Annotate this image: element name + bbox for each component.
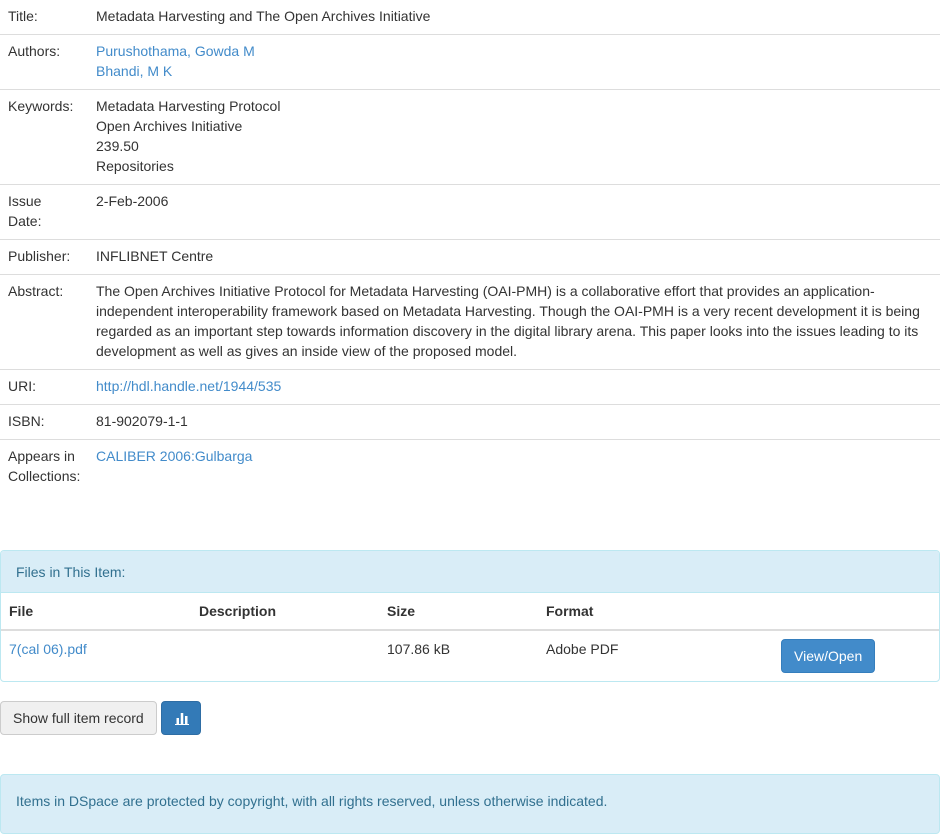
author-link[interactable]: Bhandi, M K xyxy=(96,61,932,81)
collections-label: Appears in Collections: xyxy=(0,439,88,494)
isbn-label: ISBN: xyxy=(0,404,88,440)
keywords-label: Keywords: xyxy=(0,89,88,185)
collections-label-line: Collections: xyxy=(8,468,81,484)
abstract-label: Abstract: xyxy=(0,274,88,370)
publisher-value: INFLIBNET Centre xyxy=(88,239,940,275)
files-panel-heading: Files in This Item: xyxy=(1,551,939,593)
keyword: Repositories xyxy=(96,158,174,174)
publisher-label: Publisher: xyxy=(0,239,88,275)
column-header-action xyxy=(773,593,939,631)
column-header-description: Description xyxy=(191,593,379,631)
action-cell: View/Open xyxy=(773,630,939,681)
keyword: 239.50 xyxy=(96,138,139,154)
files-panel: Files in This Item: File Description Siz… xyxy=(0,550,940,682)
view-open-button[interactable]: View/Open xyxy=(781,639,876,673)
statistics-button[interactable] xyxy=(160,701,201,735)
issue-date-value: 2-Feb-2006 xyxy=(88,184,940,240)
isbn-value: 81-902079-1-1 xyxy=(88,404,940,440)
file-cell: 7(cal 06).pdf xyxy=(1,630,191,681)
uri-link[interactable]: http://hdl.handle.net/1944/535 xyxy=(96,378,281,394)
uri-label: URI: xyxy=(0,369,88,405)
size-cell: 107.86 kB xyxy=(387,641,451,657)
title-value: Metadata Harvesting and The Open Archive… xyxy=(96,8,431,24)
uri-value: http://hdl.handle.net/1944/535 xyxy=(88,369,940,405)
issue-date-label-line: Issue xyxy=(8,193,42,209)
collection-link[interactable]: CALIBER 2006:Gulbarga xyxy=(96,448,252,464)
metadata-row-authors: Authors: Purushothama, Gowda M Bhandi, M… xyxy=(0,34,940,90)
metadata-row-issue-date: Issue Date: 2-Feb-2006 xyxy=(0,184,940,240)
files-table: File Description Size Format 7(cal 06).p… xyxy=(1,593,939,681)
collections-value: CALIBER 2006:Gulbarga xyxy=(88,439,940,494)
metadata-row-keywords: Keywords: Metadata Harvesting Protocol O… xyxy=(0,89,940,185)
column-header-size: Size xyxy=(379,593,538,631)
authors-label: Authors: xyxy=(0,34,88,90)
authors-value: Purushothama, Gowda M Bhandi, M K xyxy=(88,34,940,90)
metadata-row-collections: Appears in Collections: CALIBER 2006:Gul… xyxy=(0,439,940,494)
metadata-row-isbn: ISBN: 81-902079-1-1 xyxy=(0,404,940,440)
column-header-file: File xyxy=(1,593,191,631)
keyword: Metadata Harvesting Protocol xyxy=(96,98,281,114)
issue-date-label-line: Date: xyxy=(8,213,42,229)
keywords-value: Metadata Harvesting Protocol Open Archiv… xyxy=(88,89,940,185)
column-header-format: Format xyxy=(538,593,773,631)
keyword: Open Archives Initiative xyxy=(96,118,243,134)
show-full-record-button[interactable]: Show full item record xyxy=(0,701,157,735)
item-metadata-table: Title: Metadata Harvesting and The Open … xyxy=(0,0,940,494)
bar-chart-icon xyxy=(174,713,189,725)
copyright-notice-text: Items in DSpace are protected by copyrig… xyxy=(16,793,608,809)
issue-date-label: Issue Date: xyxy=(0,184,88,240)
collections-label-line: Appears in xyxy=(8,448,75,464)
file-link[interactable]: 7(cal 06).pdf xyxy=(9,641,87,657)
description-cell xyxy=(191,630,379,681)
abstract-value: The Open Archives Initiative Protocol fo… xyxy=(88,274,940,370)
metadata-row-publisher: Publisher: INFLIBNET Centre xyxy=(0,239,940,275)
metadata-row-uri: URI: http://hdl.handle.net/1944/535 xyxy=(0,369,940,405)
item-actions: Show full item record xyxy=(0,701,201,735)
metadata-row-title: Title: Metadata Harvesting and The Open … xyxy=(0,0,940,35)
title-label: Title: xyxy=(8,8,38,24)
files-table-header: File Description Size Format xyxy=(1,593,939,631)
metadata-row-abstract: Abstract: The Open Archives Initiative P… xyxy=(0,274,940,370)
format-cell: Adobe PDF xyxy=(546,641,619,657)
table-row: 7(cal 06).pdf 107.86 kB Adobe PDF View/O… xyxy=(1,630,939,681)
copyright-notice: Items in DSpace are protected by copyrig… xyxy=(0,774,940,834)
author-link[interactable]: Purushothama, Gowda M xyxy=(96,41,932,61)
